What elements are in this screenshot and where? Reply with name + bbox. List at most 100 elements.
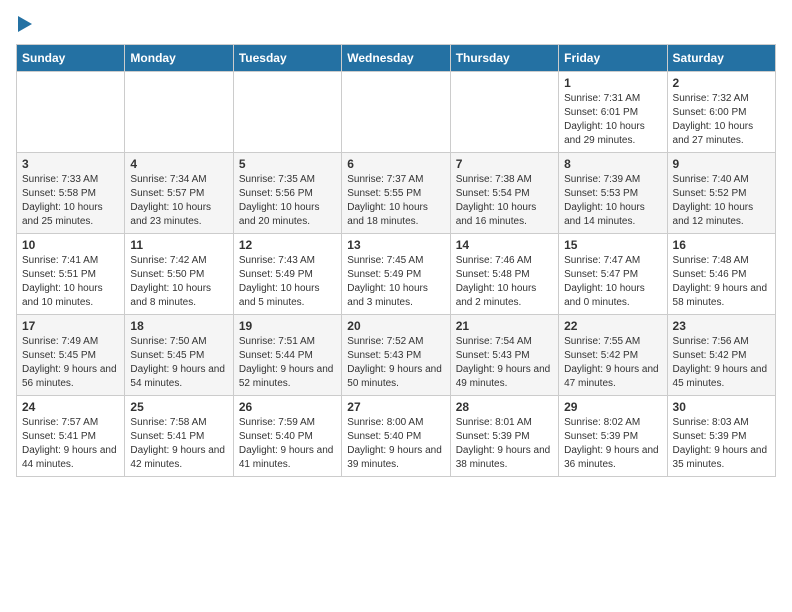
day-info: Sunrise: 7:37 AM Sunset: 5:55 PM Dayligh… <box>347 173 444 229</box>
day-number: 3 <box>22 157 119 171</box>
calendar-cell: 29 Sunrise: 8:02 AM Sunset: 5:39 PM Dayli… <box>559 396 667 477</box>
calendar-week-2: 3 Sunrise: 7:33 AM Sunset: 5:58 PM Daylig… <box>17 153 776 234</box>
calendar-cell: 3 Sunrise: 7:33 AM Sunset: 5:58 PM Daylig… <box>17 153 125 234</box>
calendar-cell: 13 Sunrise: 7:45 AM Sunset: 5:49 PM Dayli… <box>342 234 450 315</box>
day-number: 4 <box>130 157 227 171</box>
calendar-table: SundayMondayTuesdayWednesdayThursdayFrid… <box>16 44 776 477</box>
day-info: Sunrise: 7:50 AM Sunset: 5:45 PM Dayligh… <box>130 335 227 391</box>
day-info: Sunrise: 7:51 AM Sunset: 5:44 PM Dayligh… <box>239 335 336 391</box>
day-info: Sunrise: 7:52 AM Sunset: 5:43 PM Dayligh… <box>347 335 444 391</box>
calendar-cell: 14 Sunrise: 7:46 AM Sunset: 5:48 PM Dayli… <box>450 234 558 315</box>
logo-flag-icon <box>18 16 34 32</box>
calendar-cell <box>125 72 233 153</box>
day-info: Sunrise: 7:39 AM Sunset: 5:53 PM Dayligh… <box>564 173 661 229</box>
calendar-cell: 30 Sunrise: 8:03 AM Sunset: 5:39 PM Dayli… <box>667 396 775 477</box>
day-number: 29 <box>564 400 661 414</box>
day-info: Sunrise: 7:59 AM Sunset: 5:40 PM Dayligh… <box>239 416 336 472</box>
day-number: 28 <box>456 400 553 414</box>
calendar-cell: 25Sunrise: 7:58 AM Sunset: 5:41 PM Dayli… <box>125 396 233 477</box>
day-info: Sunrise: 7:42 AM Sunset: 5:50 PM Dayligh… <box>130 254 227 310</box>
calendar-cell: 23 Sunrise: 7:56 AM Sunset: 5:42 PM Dayli… <box>667 315 775 396</box>
day-number: 19 <box>239 319 336 333</box>
weekday-header-sunday: Sunday <box>17 45 125 72</box>
day-number: 17 <box>22 319 119 333</box>
page-header <box>16 16 776 32</box>
calendar-cell: 6Sunrise: 7:37 AM Sunset: 5:55 PM Daylig… <box>342 153 450 234</box>
day-info: Sunrise: 7:35 AM Sunset: 5:56 PM Dayligh… <box>239 173 336 229</box>
day-info: Sunrise: 8:01 AM Sunset: 5:39 PM Dayligh… <box>456 416 553 472</box>
day-info: Sunrise: 7:32 AM Sunset: 6:00 PM Dayligh… <box>673 92 770 148</box>
calendar-cell: 10Sunrise: 7:41 AM Sunset: 5:51 PM Dayli… <box>17 234 125 315</box>
day-info: Sunrise: 7:40 AM Sunset: 5:52 PM Dayligh… <box>673 173 770 229</box>
weekday-header-thursday: Thursday <box>450 45 558 72</box>
weekday-header-friday: Friday <box>559 45 667 72</box>
day-number: 22 <box>564 319 661 333</box>
calendar-week-4: 17 Sunrise: 7:49 AM Sunset: 5:45 PM Dayli… <box>17 315 776 396</box>
day-number: 13 <box>347 238 444 252</box>
day-info: Sunrise: 7:48 AM Sunset: 5:46 PM Dayligh… <box>673 254 770 310</box>
day-number: 18 <box>130 319 227 333</box>
calendar-cell <box>342 72 450 153</box>
calendar-cell: 8 Sunrise: 7:39 AM Sunset: 5:53 PM Daylig… <box>559 153 667 234</box>
day-info: Sunrise: 7:33 AM Sunset: 5:58 PM Dayligh… <box>22 173 119 229</box>
calendar-cell: 15 Sunrise: 7:47 AM Sunset: 5:47 PM Dayli… <box>559 234 667 315</box>
day-info: Sunrise: 7:57 AM Sunset: 5:41 PM Dayligh… <box>22 416 119 472</box>
calendar-cell: 12 Sunrise: 7:43 AM Sunset: 5:49 PM Dayli… <box>233 234 341 315</box>
day-info: Sunrise: 7:31 AM Sunset: 6:01 PM Dayligh… <box>564 92 661 148</box>
day-info: Sunrise: 7:56 AM Sunset: 5:42 PM Dayligh… <box>673 335 770 391</box>
day-number: 20 <box>347 319 444 333</box>
weekday-header-saturday: Saturday <box>667 45 775 72</box>
day-number: 7 <box>456 157 553 171</box>
calendar-cell: 20 Sunrise: 7:52 AM Sunset: 5:43 PM Dayli… <box>342 315 450 396</box>
day-info: Sunrise: 7:41 AM Sunset: 5:51 PM Dayligh… <box>22 254 119 310</box>
calendar-cell <box>450 72 558 153</box>
calendar-cell: 19 Sunrise: 7:51 AM Sunset: 5:44 PM Dayli… <box>233 315 341 396</box>
calendar-cell: 22 Sunrise: 7:55 AM Sunset: 5:42 PM Dayli… <box>559 315 667 396</box>
day-info: Sunrise: 8:02 AM Sunset: 5:39 PM Dayligh… <box>564 416 661 472</box>
calendar-cell: 26 Sunrise: 7:59 AM Sunset: 5:40 PM Dayli… <box>233 396 341 477</box>
day-info: Sunrise: 7:47 AM Sunset: 5:47 PM Dayligh… <box>564 254 661 310</box>
calendar-cell: 17 Sunrise: 7:49 AM Sunset: 5:45 PM Dayli… <box>17 315 125 396</box>
calendar-cell: 16 Sunrise: 7:48 AM Sunset: 5:46 PM Dayli… <box>667 234 775 315</box>
day-info: Sunrise: 7:43 AM Sunset: 5:49 PM Dayligh… <box>239 254 336 310</box>
day-info: Sunrise: 7:45 AM Sunset: 5:49 PM Dayligh… <box>347 254 444 310</box>
weekday-header-monday: Monday <box>125 45 233 72</box>
day-number: 16 <box>673 238 770 252</box>
day-number: 8 <box>564 157 661 171</box>
day-info: Sunrise: 7:54 AM Sunset: 5:43 PM Dayligh… <box>456 335 553 391</box>
calendar-cell <box>17 72 125 153</box>
calendar-cell: 27 Sunrise: 8:00 AM Sunset: 5:40 PM Dayli… <box>342 396 450 477</box>
calendar-cell: 4 Sunrise: 7:34 AM Sunset: 5:57 PM Daylig… <box>125 153 233 234</box>
day-info: Sunrise: 7:55 AM Sunset: 5:42 PM Dayligh… <box>564 335 661 391</box>
weekday-header-wednesday: Wednesday <box>342 45 450 72</box>
day-number: 1 <box>564 76 661 90</box>
calendar-cell <box>233 72 341 153</box>
day-number: 9 <box>673 157 770 171</box>
day-number: 15 <box>564 238 661 252</box>
day-number: 5 <box>239 157 336 171</box>
day-number: 23 <box>673 319 770 333</box>
day-info: Sunrise: 7:34 AM Sunset: 5:57 PM Dayligh… <box>130 173 227 229</box>
day-number: 26 <box>239 400 336 414</box>
calendar-week-3: 10Sunrise: 7:41 AM Sunset: 5:51 PM Dayli… <box>17 234 776 315</box>
day-info: Sunrise: 7:46 AM Sunset: 5:48 PM Dayligh… <box>456 254 553 310</box>
day-info: Sunrise: 8:00 AM Sunset: 5:40 PM Dayligh… <box>347 416 444 472</box>
day-number: 11 <box>130 238 227 252</box>
day-number: 14 <box>456 238 553 252</box>
calendar-cell: 1 Sunrise: 7:31 AM Sunset: 6:01 PM Daylig… <box>559 72 667 153</box>
day-number: 21 <box>456 319 553 333</box>
logo <box>16 16 34 32</box>
day-number: 2 <box>673 76 770 90</box>
day-info: Sunrise: 8:03 AM Sunset: 5:39 PM Dayligh… <box>673 416 770 472</box>
weekday-header-row: SundayMondayTuesdayWednesdayThursdayFrid… <box>17 45 776 72</box>
day-number: 27 <box>347 400 444 414</box>
day-number: 24 <box>22 400 119 414</box>
weekday-header-tuesday: Tuesday <box>233 45 341 72</box>
day-info: Sunrise: 7:49 AM Sunset: 5:45 PM Dayligh… <box>22 335 119 391</box>
calendar-cell: 11 Sunrise: 7:42 AM Sunset: 5:50 PM Dayli… <box>125 234 233 315</box>
day-number: 30 <box>673 400 770 414</box>
day-number: 12 <box>239 238 336 252</box>
calendar-week-5: 24 Sunrise: 7:57 AM Sunset: 5:41 PM Dayli… <box>17 396 776 477</box>
calendar-cell: 21 Sunrise: 7:54 AM Sunset: 5:43 PM Dayli… <box>450 315 558 396</box>
calendar-cell: 28 Sunrise: 8:01 AM Sunset: 5:39 PM Dayli… <box>450 396 558 477</box>
